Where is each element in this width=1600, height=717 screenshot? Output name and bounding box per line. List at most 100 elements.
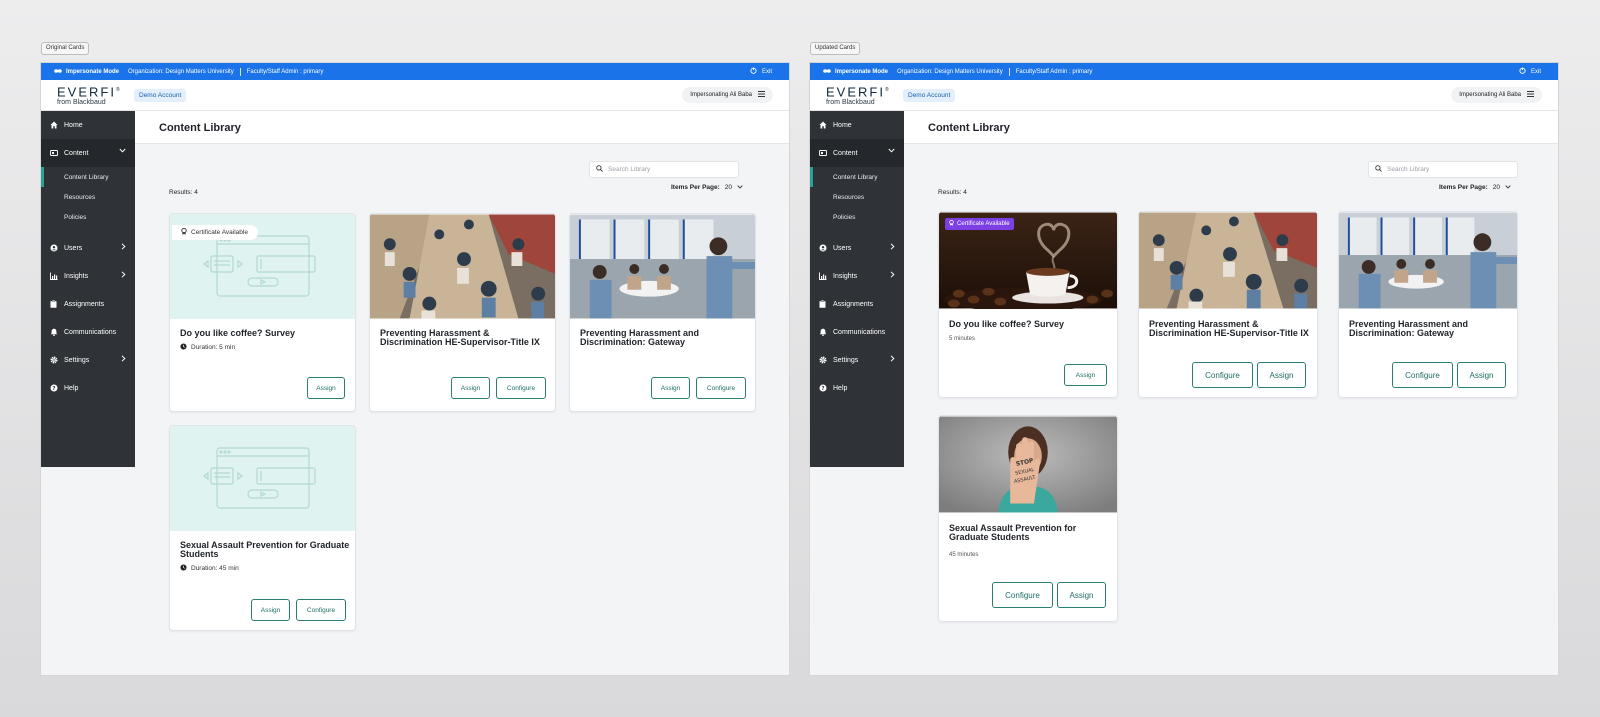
card-image-crowd-stairs <box>370 214 555 319</box>
sidebar-item-users[interactable]: Users <box>41 234 135 262</box>
exit-button[interactable]: Exit <box>1519 67 1541 76</box>
updated-panel: Impersonate Mode Organization: Design Ma… <box>810 63 1558 675</box>
mask-icon <box>823 68 831 76</box>
content-icon <box>49 149 58 158</box>
sidebar-item-users[interactable]: Users <box>810 234 904 262</box>
sidebar-item-content-library[interactable]: Content Library <box>41 167 135 187</box>
assign-button[interactable]: Assign <box>1064 364 1107 386</box>
content-card[interactable]: Sexual Assault Prevention for Graduate S… <box>169 425 356 631</box>
title-bar: Content Library <box>135 111 789 144</box>
search-input[interactable]: Search Library <box>589 161 739 178</box>
sidebar-item-policies[interactable]: Policies <box>41 207 135 227</box>
exit-button[interactable]: Exit <box>750 67 772 76</box>
impersonate-mode: Impersonate Mode <box>66 68 120 75</box>
home-icon <box>818 121 827 130</box>
sidebar-item-policies[interactable]: Policies <box>810 207 904 227</box>
content-card[interactable]: Certificate Available Do you like coffee… <box>938 211 1118 398</box>
sidebar-item-content-library[interactable]: Content Library <box>810 167 904 187</box>
original-panel: Impersonate Mode Organization: Design Ma… <box>41 63 789 675</box>
card-title: Preventing Harassment & Discrimination H… <box>1149 319 1309 338</box>
sidebar-item-home[interactable]: Home <box>41 111 135 139</box>
sidebar: Home Content Content Library Resources P… <box>810 111 904 467</box>
chevron-down-icon <box>737 184 743 191</box>
role: Faculty/Staff Admin : primary <box>1015 68 1093 75</box>
search-input[interactable]: Search Library <box>1368 161 1518 178</box>
sidebar-item-help[interactable]: ? Help <box>810 374 904 402</box>
chevron-right-icon <box>890 243 895 252</box>
sidebar-item-settings[interactable]: Settings <box>41 346 135 374</box>
configure-button[interactable]: Configure <box>696 377 746 399</box>
assign-button[interactable]: Assign <box>1257 362 1306 388</box>
content-icon <box>818 149 827 158</box>
sidebar-item-home[interactable]: Home <box>810 111 904 139</box>
sidebar-item-assignments[interactable]: Assignments <box>810 290 904 318</box>
chevron-right-icon <box>121 355 126 364</box>
certificate-icon <box>949 219 954 228</box>
configure-button[interactable]: Configure <box>496 377 546 399</box>
sidebar-item-content[interactable]: Content <box>41 139 135 167</box>
content-card[interactable]: Preventing Harassment & Discrimination H… <box>369 213 556 412</box>
card-duration: 5 minutes <box>949 336 976 342</box>
svg-text:?: ? <box>52 386 55 392</box>
chevron-right-icon <box>890 355 895 364</box>
assign-button[interactable]: Assign <box>307 377 345 399</box>
impersonating-menu[interactable]: Impersonating Ali Baba <box>1451 87 1542 103</box>
demo-account-chip[interactable]: Demo Account <box>134 89 187 102</box>
configure-button[interactable]: Configure <box>1392 362 1453 388</box>
logo[interactable]: EVERFI® from Blackbaud <box>57 84 122 107</box>
sidebar-item-communications[interactable]: Communications <box>41 318 135 346</box>
content-card[interactable]: STOP SEXUAL ASSAULT Sexual Assault Preve… <box>938 415 1118 622</box>
chevron-right-icon <box>121 271 126 280</box>
certificate-pill: Certificate Available <box>172 225 258 240</box>
gear-icon <box>49 356 58 365</box>
sidebar-item-assignments[interactable]: Assignments <box>41 290 135 318</box>
configure-button[interactable]: Configure <box>296 599 346 621</box>
assign-button[interactable]: Assign <box>651 377 690 399</box>
logo[interactable]: EVERFI® from Blackbaud <box>826 84 891 107</box>
sidebar-item-resources[interactable]: Resources <box>810 187 904 207</box>
card-duration: 45 minutes <box>949 552 979 558</box>
sidebar-item-insights[interactable]: Insights <box>810 262 904 290</box>
card-image-stop-hand: STOP SEXUAL ASSAULT <box>939 416 1117 513</box>
power-icon <box>750 67 757 76</box>
card-title: Sexual Assault Prevention for Graduate S… <box>180 540 350 559</box>
assign-button[interactable]: Assign <box>1057 582 1106 608</box>
clock-icon <box>180 564 187 573</box>
sidebar-item-help[interactable]: ? Help <box>41 374 135 402</box>
mask-icon <box>54 68 62 76</box>
content-card[interactable]: Preventing Harassment and Discrimination… <box>569 213 756 412</box>
sidebar-item-content[interactable]: Content <box>810 139 904 167</box>
assign-button[interactable]: Assign <box>251 599 290 621</box>
help-icon: ? <box>49 384 58 393</box>
card-title: Preventing Harassment & Discrimination H… <box>380 328 540 347</box>
card-image-coffee: Certificate Available <box>939 212 1117 309</box>
certificate-icon <box>181 227 187 237</box>
configure-button[interactable]: Configure <box>1192 362 1253 388</box>
sidebar-item-resources[interactable]: Resources <box>41 187 135 207</box>
impersonating-menu[interactable]: Impersonating Ali Baba <box>682 87 773 103</box>
content-card[interactable]: Certificate Available Do you like coffee… <box>169 213 356 412</box>
assign-button[interactable]: Assign <box>1457 362 1506 388</box>
configure-button[interactable]: Configure <box>992 582 1053 608</box>
help-icon: ? <box>818 384 827 393</box>
demo-account-chip[interactable]: Demo Account <box>903 89 956 102</box>
card-title: Do you like coffee? Survey <box>949 319 1065 329</box>
svg-text:?: ? <box>821 386 824 392</box>
content-card[interactable]: Preventing Harassment & Discrimination H… <box>1138 211 1318 398</box>
user-icon <box>49 244 58 253</box>
sidebar-item-settings[interactable]: Settings <box>810 346 904 374</box>
updated-cards-label: Updated Cards <box>810 42 861 55</box>
card-title: Sexual Assault Prevention for Graduate S… <box>949 523 1077 542</box>
assign-button[interactable]: Assign <box>451 377 490 399</box>
items-per-page[interactable]: Items Per Page: 20 <box>1439 184 1511 191</box>
items-per-page[interactable]: Items Per Page: 20 <box>671 184 743 191</box>
content-card[interactable]: Preventing Harassment and Discrimination… <box>1338 211 1518 398</box>
card-image-office-group <box>1339 212 1517 309</box>
chart-icon <box>49 272 58 281</box>
sidebar-item-insights[interactable]: Insights <box>41 262 135 290</box>
chevron-right-icon <box>890 271 895 280</box>
sidebar-item-communications[interactable]: Communications <box>810 318 904 346</box>
menu-icon <box>1527 91 1534 99</box>
card-placeholder-image <box>170 426 355 531</box>
clock-icon <box>180 343 187 352</box>
